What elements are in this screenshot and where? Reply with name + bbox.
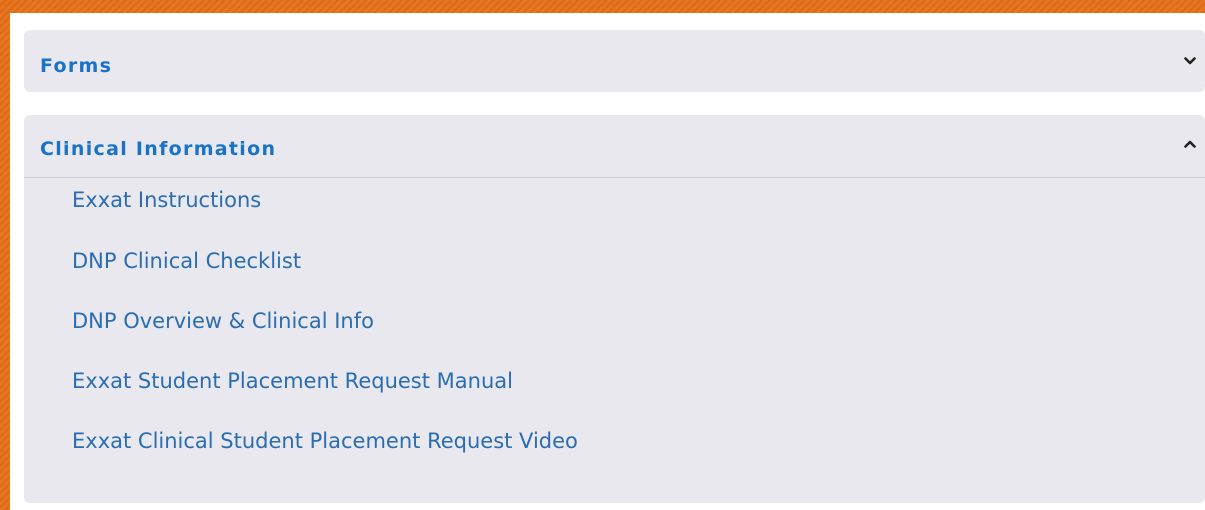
accordion-clinical-information: Clinical Information Exxat Instructions … bbox=[24, 115, 1205, 503]
link-exxat-student-placement-request-manual[interactable]: Exxat Student Placement Request Manual bbox=[72, 369, 513, 393]
content-panel: Forms Clinical Information Exxat Instruc… bbox=[10, 13, 1205, 510]
link-dnp-clinical-checklist[interactable]: DNP Clinical Checklist bbox=[72, 249, 301, 273]
link-exxat-clinical-student-placement-request-video[interactable]: Exxat Clinical Student Placement Request… bbox=[72, 429, 578, 453]
accordion-forms-title[interactable]: Forms bbox=[40, 55, 112, 77]
accordion-forms: Forms bbox=[24, 30, 1205, 92]
accordion-forms-header[interactable]: Forms bbox=[24, 30, 1205, 92]
chevron-down-icon[interactable] bbox=[1184, 55, 1196, 67]
accordion-clinical-information-title[interactable]: Clinical Information bbox=[40, 138, 276, 160]
accordion-clinical-information-header[interactable]: Clinical Information bbox=[24, 115, 1205, 178]
link-dnp-overview-clinical-info[interactable]: DNP Overview & Clinical Info bbox=[72, 309, 374, 333]
chevron-up-icon[interactable] bbox=[1184, 138, 1196, 150]
link-exxat-instructions[interactable]: Exxat Instructions bbox=[72, 188, 261, 212]
